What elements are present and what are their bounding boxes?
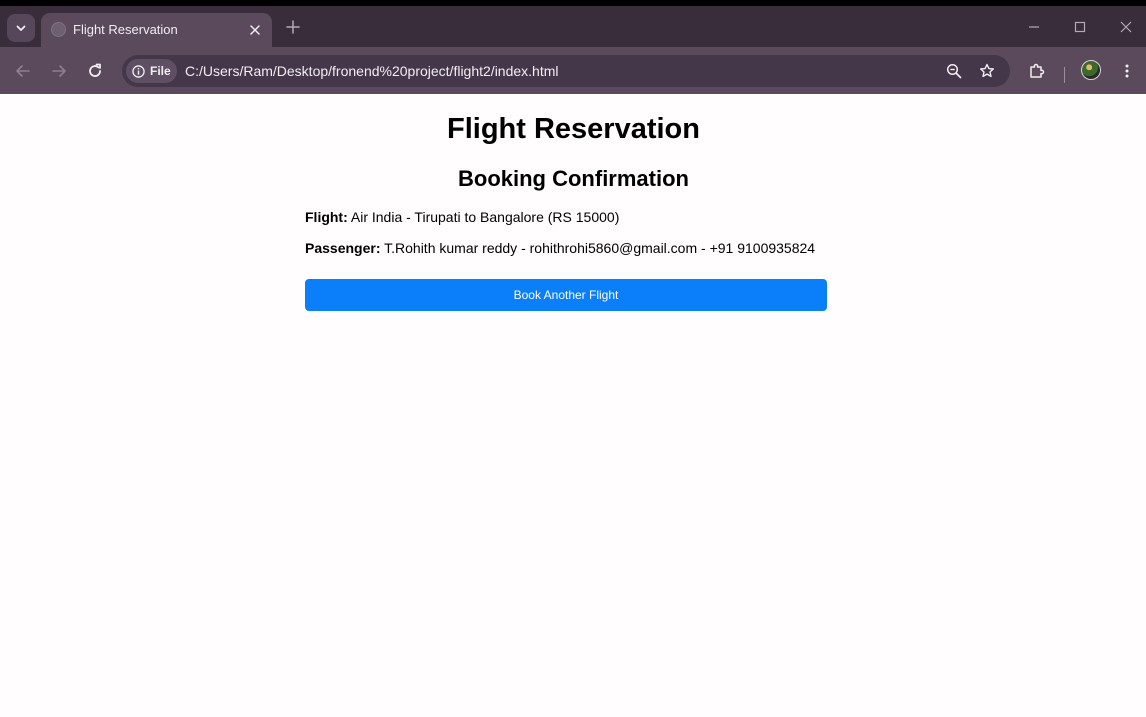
flight-info: Flight: Air India - Tirupati to Bangalor… — [305, 209, 619, 225]
site-info-chip[interactable]: File — [126, 59, 177, 83]
tab-close-button[interactable] — [244, 19, 266, 41]
booking-confirmation-heading: Booking Confirmation — [458, 166, 689, 191]
toolbar-separator — [1064, 67, 1065, 83]
maximize-icon — [1074, 21, 1086, 33]
site-chip-label: File — [150, 64, 171, 78]
flight-value: Air India - Tirupati to Bangalore (RS 15… — [347, 209, 620, 225]
kebab-menu-icon — [1125, 64, 1129, 78]
chevron-down-icon — [16, 25, 26, 31]
tab-title: Flight Reservation — [73, 22, 178, 37]
page-content: Flight Reservation Booking Confirmation … — [1, 94, 1146, 717]
arrow-left-icon — [16, 65, 30, 77]
minimize-icon — [1029, 26, 1039, 28]
book-another-flight-button[interactable]: Book Another Flight — [305, 279, 827, 311]
maximize-button[interactable] — [1065, 14, 1095, 40]
puzzle-icon — [1030, 63, 1045, 78]
passenger-label: Passenger: — [305, 240, 381, 256]
url-text[interactable]: C:/Users/Ram/Desktop/fronend%20project/f… — [185, 63, 559, 79]
tab-flight-reservation[interactable]: Flight Reservation — [41, 13, 272, 47]
reload-button[interactable] — [82, 58, 108, 84]
profile-avatar[interactable] — [1081, 60, 1101, 80]
star-icon — [980, 63, 994, 78]
minimize-button[interactable] — [1019, 14, 1049, 40]
reload-icon — [89, 63, 101, 77]
tab-strip: Flight Reservation — [0, 6, 1146, 47]
close-window-button[interactable] — [1111, 14, 1141, 40]
bookmark-button[interactable] — [976, 60, 998, 82]
forward-button[interactable] — [46, 58, 72, 84]
browser-window: Flight Reservation File C:/Users/Ram/Des… — [0, 6, 1146, 717]
back-button[interactable] — [10, 58, 36, 84]
close-icon — [1120, 21, 1132, 33]
tab-search-button[interactable] — [7, 14, 35, 42]
plus-icon — [286, 20, 300, 34]
arrow-right-icon — [52, 65, 66, 77]
zoom-button[interactable] — [943, 60, 965, 82]
flight-label: Flight: — [305, 209, 348, 225]
page-title: Flight Reservation — [447, 113, 700, 145]
extensions-button[interactable] — [1024, 58, 1050, 84]
globe-icon — [51, 22, 66, 37]
passenger-info: Passenger: T.Rohith kumar reddy - rohith… — [305, 240, 815, 256]
menu-button[interactable] — [1114, 58, 1140, 84]
new-tab-button[interactable] — [281, 15, 305, 39]
browser-toolbar: File C:/Users/Ram/Desktop/fronend%20proj… — [0, 47, 1146, 94]
close-icon — [250, 25, 260, 35]
passenger-value: T.Rohith kumar reddy - rohithrohi5860@gm… — [380, 240, 816, 256]
address-bar[interactable]: File C:/Users/Ram/Desktop/fronend%20proj… — [122, 55, 1010, 87]
zoom-out-icon — [946, 63, 962, 79]
info-icon — [132, 64, 145, 78]
